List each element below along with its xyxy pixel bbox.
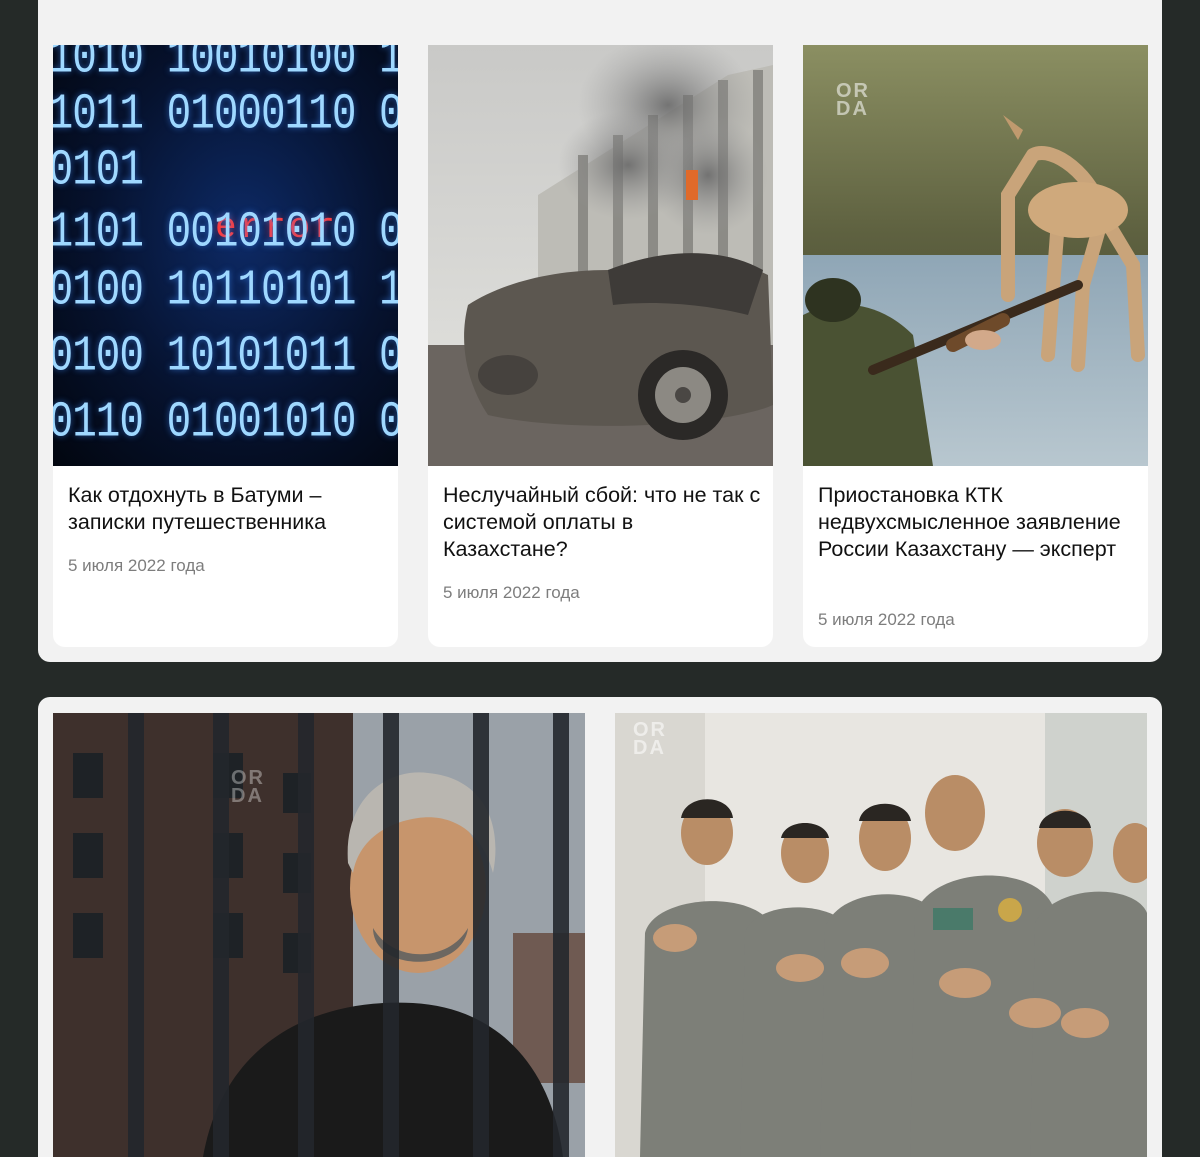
binary-line: 11010 10010100 1011 010 <box>53 45 398 88</box>
orda-watermark: OR DA <box>836 80 870 120</box>
card-title[interactable]: Неслучайный сбой: что не так с системой … <box>443 482 763 563</box>
officers-applauding-image[interactable]: OR DA <box>615 713 1147 1157</box>
binary-line: 10100 10110101 10 <box>53 263 398 320</box>
card-date: 5 июля 2022 года <box>443 583 580 602</box>
orda-watermark: OR DA <box>231 767 265 807</box>
news-grid-panel: 11010 10010100 1011 010 01011 01000110 0… <box>38 0 1162 662</box>
news-card[interactable]: 11010 10010100 1011 010 01011 01000110 0… <box>53 45 398 647</box>
binary-line: 00110 01001010 01 <box>53 395 398 452</box>
card-title[interactable]: Как отдохнуть в Батуми – записки путешес… <box>68 482 388 536</box>
featured-grid-panel: OR DA OR DA <box>38 697 1162 1157</box>
binary-line: 10100 10101011 00 <box>53 329 398 386</box>
news-card[interactable]: Неслучайный сбой: что не так с системой … <box>428 45 773 647</box>
burned-car-building-image[interactable] <box>428 45 773 466</box>
card-title[interactable]: Приостановка КТК недвухсмысленное заявле… <box>818 482 1138 563</box>
officers-applauding-illustration <box>615 713 1147 1157</box>
binary-line: 01011 01000110 001 <box>53 87 398 144</box>
saiga-hunter-image[interactable]: OR DA <box>803 45 1148 466</box>
man-behind-bars-image[interactable]: OR DA <box>53 713 585 1157</box>
binary-line: 00101 <box>53 143 144 200</box>
man-behind-bars-illustration <box>53 713 585 1157</box>
card-date: 5 июля 2022 года <box>68 556 205 575</box>
binary-line: 11101 00101010 001 <box>53 205 398 262</box>
card-date: 5 июля 2022 года <box>818 610 955 629</box>
news-card[interactable]: OR DA Приостановка КТК недвухсмысленное з… <box>803 45 1148 647</box>
binary-code-error-image[interactable]: 11010 10010100 1011 010 01011 01000110 0… <box>53 45 398 466</box>
burned-car-illustration <box>428 45 773 466</box>
orda-watermark: OR DA <box>633 719 667 759</box>
